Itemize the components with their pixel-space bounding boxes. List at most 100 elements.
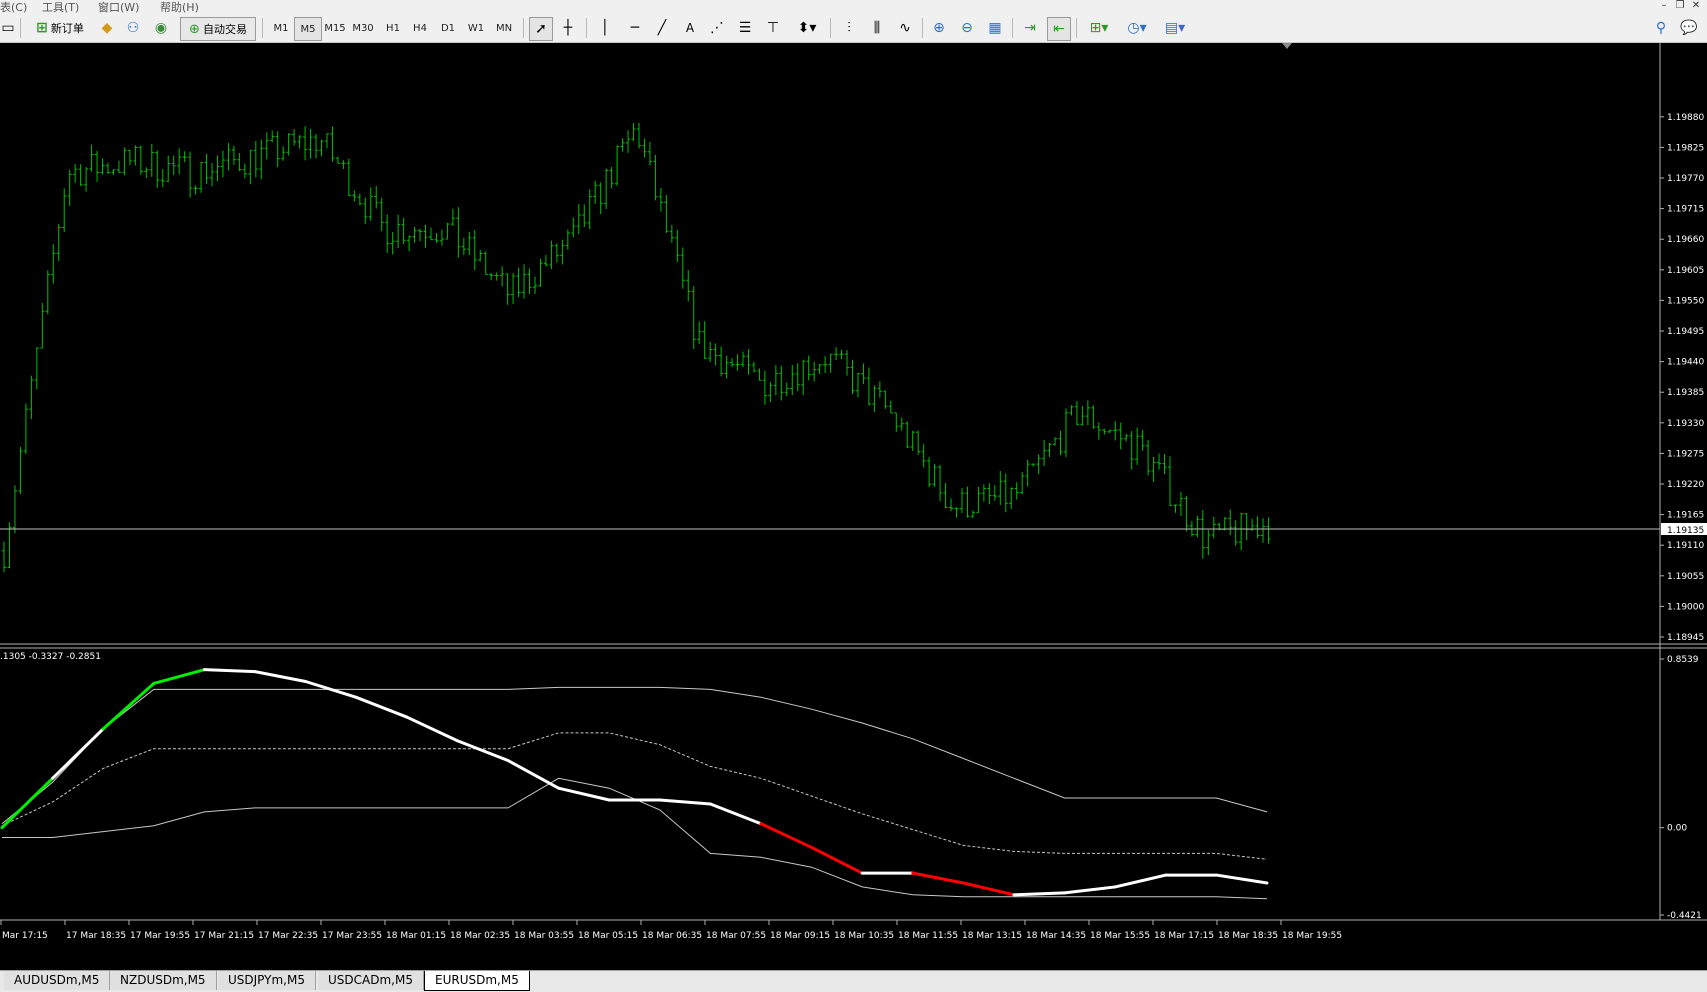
tab-nzdusdm[interactable]: NZDUSDm,M5 — [110, 971, 217, 990]
indicator-tick-label: -0.4421 — [1667, 911, 1702, 921]
price-tick-label: 1.19000 — [1667, 602, 1704, 612]
time-tick-label: 18 Mar 06:35 — [642, 931, 702, 941]
new-order-icon: ⊞ — [36, 20, 48, 36]
time-tick-label: 18 Mar 07:55 — [706, 931, 766, 941]
price-tick-label: 1.19220 — [1667, 480, 1704, 490]
indicator-tick-label: 0.00 — [1667, 824, 1687, 834]
price-tick-label: 1.18945 — [1667, 633, 1704, 643]
toolbar-left-edge-icon[interactable]: ▭ — [0, 17, 16, 39]
restore-icon[interactable]: ❐ — [1673, 0, 1687, 12]
cursor-icon[interactable]: ➚ — [529, 17, 553, 41]
time-tick-label: 17 Mar 18:35 — [66, 931, 126, 941]
price-tick-label: 1.19825 — [1667, 143, 1704, 153]
time-tick-label: 18 Mar 14:35 — [1026, 931, 1086, 941]
oscillator-main-segment — [1012, 891, 1067, 897]
price-tick-label: 1.19275 — [1667, 449, 1704, 459]
tile-windows-icon[interactable]: ▦ — [984, 17, 1006, 39]
menu-item-help[interactable]: 帮助(H) — [160, 0, 199, 15]
tab-usdcadm[interactable]: USDCADm,M5 — [318, 971, 424, 990]
trendline-icon[interactable]: ╱ — [651, 17, 673, 39]
timeframe-m5-button[interactable]: M5 — [294, 17, 322, 41]
tab-eurusdm[interactable]: EURUSDm,M5 — [424, 971, 530, 991]
timeframe-d1-button[interactable]: D1 — [435, 17, 461, 39]
toolbar-separator — [20, 18, 21, 38]
indicators-dropdown-icon[interactable]: ⊞▾ — [1082, 17, 1116, 39]
time-tick-label: 18 Mar 19:55 — [1282, 931, 1342, 941]
price-tick-label: 1.19495 — [1667, 327, 1704, 337]
time-tick-label: 18 Mar 15:55 — [1090, 931, 1150, 941]
tab-usdjpym[interactable]: USDJPYm,M5 — [218, 971, 316, 990]
time-tick-label: 18 Mar 11:55 — [898, 931, 958, 941]
text-tool-icon[interactable]: A — [679, 17, 701, 39]
symbol-tabs: AUDUSDm,M5 NZDUSDm,M5 USDJPYm,M5 USDCADm… — [0, 970, 1707, 992]
toolbar-separator — [262, 18, 263, 38]
timeframe-m1-button[interactable]: M1 — [268, 17, 294, 39]
time-tick-label: 18 Mar 17:15 — [1154, 931, 1214, 941]
time-tick-label: 17 Mar 22:35 — [258, 931, 318, 941]
price-tick-label: 1.19770 — [1667, 174, 1704, 184]
auto-trade-button[interactable]: ⊕ 自动交易 — [180, 17, 256, 41]
time-tick-label: 18 Mar 18:35 — [1218, 931, 1278, 941]
timeframe-m30-button[interactable]: M30 — [350, 17, 376, 39]
indicator-values-label: .1305 -0.3327 -0.2851 — [0, 652, 101, 662]
indicator-tick-label: 0.8539 — [1667, 655, 1699, 665]
tab-audusdm[interactable]: AUDUSDm,M5 — [4, 971, 111, 990]
vertical-line-icon[interactable]: │ — [594, 17, 616, 39]
price-tick-label: 1.19660 — [1667, 235, 1704, 245]
new-order-button[interactable]: ⊞ 新订单 — [28, 17, 92, 39]
current-price-label: 1.19135 — [1667, 526, 1704, 536]
horizontal-line-icon[interactable]: ─ — [624, 17, 646, 39]
timeframe-mn-button[interactable]: MN — [491, 17, 517, 39]
zoom-out-icon[interactable]: ⊖ — [956, 17, 978, 39]
time-tick-label: 17 Mar 21:15 — [194, 931, 254, 941]
time-tick-label: 18 Mar 01:15 — [386, 931, 446, 941]
text-label-icon[interactable]: ⊤ — [762, 17, 784, 39]
toolbar-separator — [1076, 18, 1077, 38]
line-chart-icon[interactable]: ∿ — [894, 17, 916, 39]
fibonacci-levels-icon[interactable]: ☰ — [734, 17, 756, 39]
time-tick-label: 17 Mar 19:55 — [130, 931, 190, 941]
periods-dropdown-icon[interactable]: ◷▾ — [1120, 17, 1154, 39]
toolbar-separator — [586, 18, 587, 38]
templates-dropdown-icon[interactable]: ▤▾ — [1158, 17, 1192, 39]
timeframe-m15-button[interactable]: M15 — [322, 17, 348, 39]
toolbar-separator — [523, 18, 524, 38]
signal-icon[interactable]: ◉ — [150, 17, 172, 39]
price-tick-label: 1.19330 — [1667, 419, 1704, 429]
fibonacci-fan-icon[interactable]: ⋰ — [706, 17, 728, 39]
toolbar-separator — [1012, 18, 1013, 38]
time-tick-label: 18 Mar 02:35 — [450, 931, 510, 941]
search-icon[interactable]: ⚲ — [1650, 17, 1672, 39]
time-tick-label: 17 Mar 23:55 — [322, 931, 382, 941]
window-controls: – ❐ ✕ — [1657, 0, 1703, 13]
price-tick-label: 1.19715 — [1667, 205, 1704, 215]
timeframe-w1-button[interactable]: W1 — [463, 17, 489, 39]
chart-canvas[interactable]: 1.19880 1.19825 1.19770 1.19715 1.19660 1.196… — [0, 43, 1707, 976]
auto-scroll-icon[interactable]: ⇥ — [1019, 17, 1041, 39]
price-tick-label: 1.19550 — [1667, 296, 1704, 306]
chart-window[interactable]: 1.19880 1.19825 1.19770 1.19715 1.19660 1.196… — [0, 43, 1707, 976]
close-icon[interactable]: ✕ — [1689, 0, 1703, 12]
chart-shift-icon[interactable]: ⇤ — [1047, 17, 1071, 41]
minimize-icon[interactable]: – — [1657, 0, 1671, 12]
menu-item-tools[interactable]: 工具(T) — [42, 0, 79, 15]
crosshair-icon[interactable]: ┼ — [557, 17, 579, 39]
price-tick-label: 1.19165 — [1667, 511, 1704, 521]
price-tick-label: 1.19880 — [1667, 113, 1704, 123]
time-tick-label: 18 Mar 09:15 — [770, 931, 830, 941]
navigator-icon[interactable]: ⚇ — [122, 17, 144, 39]
menu-item-chart[interactable]: 表(C) — [0, 0, 27, 15]
toolbar-separator — [830, 18, 831, 38]
candlestick-icon[interactable]: ⫼ — [866, 17, 888, 39]
bar-chart-icon[interactable]: ⫶ — [838, 17, 860, 39]
zoom-in-icon[interactable]: ⊕ — [928, 17, 950, 39]
market-watch-icon[interactable]: ◆ — [96, 17, 118, 39]
price-tick-label: 1.19605 — [1667, 266, 1704, 276]
price-tick-label: 1.19110 — [1667, 541, 1704, 551]
timeframe-h4-button[interactable]: H4 — [407, 17, 433, 39]
objects-dropdown-icon[interactable]: ⬍▾ — [790, 17, 824, 39]
chat-icon[interactable]: 💬 — [1678, 17, 1700, 39]
time-tick-label: 18 Mar 10:35 — [834, 931, 894, 941]
menu-item-window[interactable]: 窗口(W) — [98, 0, 139, 15]
timeframe-h1-button[interactable]: H1 — [380, 17, 406, 39]
